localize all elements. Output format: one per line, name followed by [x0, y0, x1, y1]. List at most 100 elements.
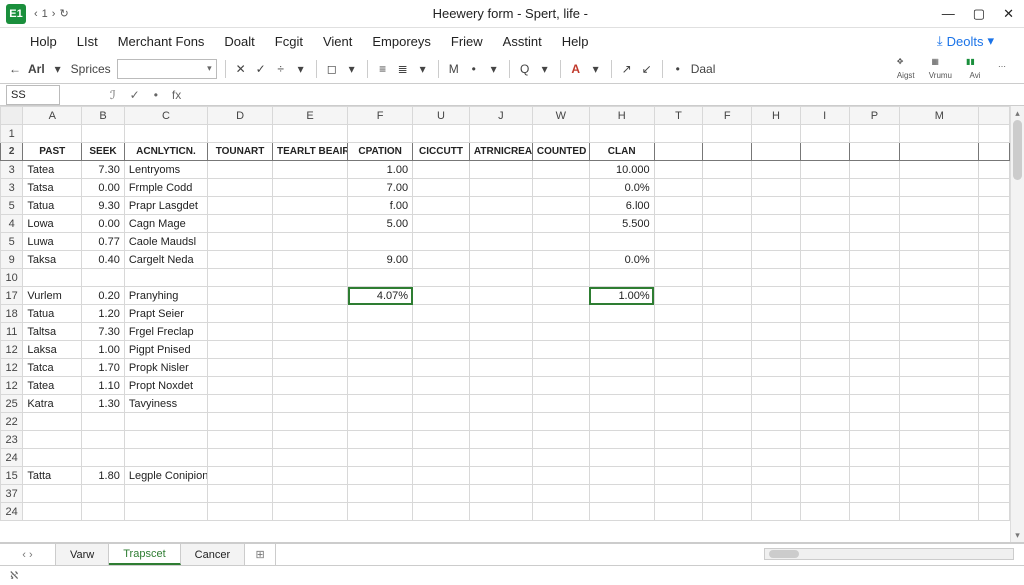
cell[interactable]	[654, 161, 703, 179]
cell[interactable]	[23, 503, 82, 521]
cell[interactable]	[589, 341, 654, 359]
cell[interactable]	[900, 143, 979, 161]
cell[interactable]	[413, 485, 470, 503]
row-header[interactable]: 2	[1, 143, 23, 161]
cell[interactable]: 0.00	[82, 215, 125, 233]
cell[interactable]	[800, 197, 849, 215]
cell[interactable]	[413, 449, 470, 467]
cell[interactable]	[654, 359, 703, 377]
cell[interactable]	[849, 359, 900, 377]
cell[interactable]: Tavyiness	[124, 395, 207, 413]
cell[interactable]	[208, 179, 273, 197]
cell[interactable]: 4.07%	[348, 287, 413, 305]
cell[interactable]: 7.00	[348, 179, 413, 197]
cell[interactable]	[348, 449, 413, 467]
cell[interactable]	[348, 395, 413, 413]
cell[interactable]	[348, 125, 413, 143]
cell[interactable]	[589, 305, 654, 323]
vrumu-button[interactable]: ▦Vrumu	[929, 57, 952, 80]
cell[interactable]	[849, 215, 900, 233]
spreadsheet-grid[interactable]: ABCDEFUJWHTFHIPM 12PASTSEEKACNLYTICN.TOU…	[0, 106, 1024, 543]
cell[interactable]	[589, 503, 654, 521]
cell[interactable]	[752, 197, 801, 215]
cell[interactable]	[532, 179, 589, 197]
cell[interactable]	[703, 305, 752, 323]
cell[interactable]	[273, 125, 348, 143]
cell[interactable]	[703, 323, 752, 341]
cell[interactable]	[348, 323, 413, 341]
cell[interactable]	[900, 251, 979, 269]
sheet-tab-trapscet[interactable]: Trapscet	[109, 544, 180, 565]
cell[interactable]	[979, 125, 1010, 143]
cell[interactable]	[589, 395, 654, 413]
table-column-header[interactable]: TOUNART	[208, 143, 273, 161]
cell[interactable]	[979, 467, 1010, 485]
cell[interactable]	[849, 467, 900, 485]
border-icon[interactable]: ◻	[325, 62, 339, 76]
cell[interactable]	[589, 359, 654, 377]
cell[interactable]	[979, 143, 1010, 161]
cell[interactable]	[589, 467, 654, 485]
daal-button[interactable]: Daal	[691, 62, 716, 76]
cell[interactable]	[208, 467, 273, 485]
cell[interactable]: 0.00	[82, 179, 125, 197]
cell[interactable]	[979, 485, 1010, 503]
cell[interactable]	[703, 449, 752, 467]
column-header[interactable]: M	[900, 107, 979, 125]
cell[interactable]	[900, 377, 979, 395]
cell[interactable]	[979, 503, 1010, 521]
align-left-icon[interactable]: ≡	[376, 62, 390, 76]
cell[interactable]: Laksa	[23, 341, 82, 359]
cell[interactable]	[532, 125, 589, 143]
cell[interactable]	[849, 269, 900, 287]
row-header[interactable]: 24	[1, 449, 23, 467]
chevron-down-icon[interactable]: ▾	[589, 62, 603, 76]
cell[interactable]	[532, 431, 589, 449]
cell[interactable]	[469, 467, 532, 485]
cell[interactable]	[800, 449, 849, 467]
check-icon[interactable]: ✓	[130, 88, 140, 102]
cell[interactable]	[532, 467, 589, 485]
cell[interactable]	[979, 179, 1010, 197]
cell[interactable]	[348, 413, 413, 431]
cell[interactable]	[208, 287, 273, 305]
cell[interactable]	[532, 287, 589, 305]
menu-item[interactable]: Merchant Fons	[118, 34, 205, 49]
cell[interactable]	[752, 233, 801, 251]
cell[interactable]	[208, 449, 273, 467]
cell[interactable]: f.00	[348, 197, 413, 215]
cell[interactable]: Prapr Lasgdet	[124, 197, 207, 215]
cell[interactable]	[752, 449, 801, 467]
chevron-down-icon[interactable]: ▾	[487, 62, 501, 76]
cell[interactable]	[703, 413, 752, 431]
cell[interactable]	[469, 179, 532, 197]
cell[interactable]: 1.70	[82, 359, 125, 377]
cell[interactable]	[752, 377, 801, 395]
cell[interactable]	[348, 305, 413, 323]
cell[interactable]	[900, 431, 979, 449]
cell[interactable]	[800, 413, 849, 431]
cell[interactable]	[752, 161, 801, 179]
cell[interactable]	[900, 179, 979, 197]
table-column-header[interactable]: TEARLT BEAIRY	[273, 143, 348, 161]
cell[interactable]	[800, 125, 849, 143]
cell[interactable]: Frmple Codd	[124, 179, 207, 197]
cell[interactable]	[800, 233, 849, 251]
q-button[interactable]: Q	[518, 62, 532, 76]
cell[interactable]	[752, 359, 801, 377]
cell[interactable]	[208, 323, 273, 341]
chevron-down-icon[interactable]: ▾	[345, 62, 359, 76]
cell[interactable]	[752, 413, 801, 431]
chevron-down-icon[interactable]: ▾	[294, 62, 308, 76]
cell[interactable]: 9.00	[348, 251, 413, 269]
menu-item[interactable]: Holp	[30, 34, 57, 49]
cell[interactable]	[348, 341, 413, 359]
cell[interactable]	[469, 215, 532, 233]
cell[interactable]	[900, 503, 979, 521]
cell[interactable]	[979, 215, 1010, 233]
cell[interactable]	[849, 395, 900, 413]
cell[interactable]: Tatea	[23, 377, 82, 395]
nav-redo-icon[interactable]: ↻	[59, 7, 68, 20]
cell[interactable]	[752, 215, 801, 233]
maximize-icon[interactable]: ▢	[973, 6, 985, 22]
